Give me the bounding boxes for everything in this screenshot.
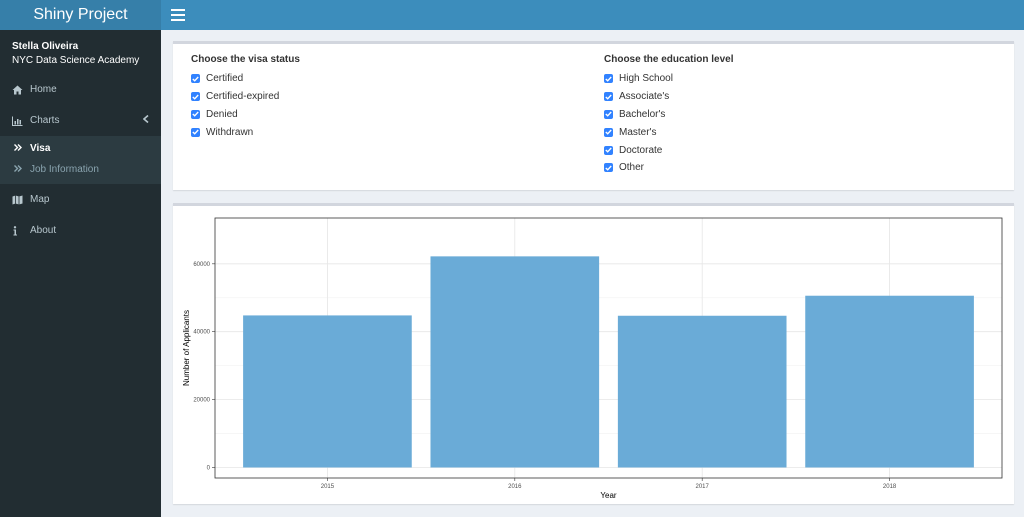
x-tick-label: 2015 — [321, 484, 335, 490]
plot-box: 0 20000 40000 60000 2015 2016 2017 2018 Year Numb… — [173, 203, 1014, 504]
sidebar-subitem-label: Visa — [30, 143, 51, 154]
visa-checkbox-denied[interactable]: Denied — [191, 106, 300, 124]
checkbox-checked-icon[interactable] — [604, 92, 613, 102]
checkbox-label: Associate's — [619, 91, 670, 103]
checkbox-label: Bachelor's — [619, 108, 666, 120]
sidebar-item-label: Map — [30, 194, 50, 205]
info-icon — [12, 225, 30, 236]
bar-chart-icon — [12, 116, 30, 126]
sidebar-subitem-visa[interactable]: Visa — [0, 138, 161, 159]
charts-submenu: Visa Job Information — [0, 136, 161, 184]
checkbox-checked-icon[interactable] — [604, 127, 613, 137]
applicants-bar-chart: 0 20000 40000 60000 2015 2016 2017 2018 Year Numb… — [182, 217, 1003, 500]
y-tick-label: 0 — [207, 465, 211, 471]
sidebar-subitem-job-information[interactable]: Job Information — [0, 159, 161, 180]
sidebar-item-label: Home — [30, 84, 57, 95]
bar-2016[interactable] — [430, 256, 600, 468]
sidebar-item-charts[interactable]: Charts — [0, 105, 161, 136]
checkbox-checked-icon[interactable] — [191, 92, 200, 102]
y-tick-label: 60000 — [193, 262, 210, 268]
education-level-group: Choose the education level High School As… — [604, 54, 733, 177]
app-logo[interactable]: Shiny Project — [0, 0, 161, 30]
checkbox-label: High School — [619, 73, 673, 85]
checkbox-checked-icon[interactable] — [191, 74, 200, 84]
bar-2017[interactable] — [617, 315, 787, 468]
checkbox-label: Withdrawn — [206, 126, 254, 138]
checkbox-label: Other — [619, 162, 645, 174]
double-chevron-right-icon — [14, 143, 30, 154]
y-tick-label: 20000 — [193, 398, 210, 404]
x-axis-title: Year — [600, 491, 617, 500]
sidebar-item-label: About — [30, 225, 57, 236]
education-checkbox-associate-s[interactable]: Associate's — [604, 88, 733, 106]
checkbox-label: Certified-expired — [206, 91, 280, 103]
app-title: Shiny Project — [33, 6, 128, 23]
sidebar-toggle-icon[interactable] — [171, 6, 185, 22]
sidebar-subitem-label: Job Information — [30, 164, 99, 175]
x-tick-label: 2018 — [883, 484, 897, 490]
checkbox-label: Doctorate — [619, 144, 663, 156]
checkbox-checked-icon[interactable] — [604, 163, 613, 173]
filters-box: Choose the visa status Certified Certifie… — [173, 41, 1014, 190]
checkbox-label: Certified — [206, 73, 244, 85]
visa-status-title: Choose the visa status — [191, 54, 300, 65]
visa-status-group: Choose the visa status Certified Certifie… — [191, 54, 300, 141]
home-icon — [12, 85, 30, 95]
y-tick-label: 40000 — [193, 330, 210, 336]
chevron-left-icon — [142, 114, 149, 126]
sidebar-item-home[interactable]: Home — [0, 74, 161, 105]
visa-checkbox-withdrawn[interactable]: Withdrawn — [191, 123, 300, 141]
checkbox-label: Denied — [206, 108, 238, 120]
sidebar-item-label: Charts — [30, 115, 60, 126]
user-panel: Stella Oliveira NYC Data Science Academy — [0, 30, 161, 74]
user-name: Stella Oliveira — [12, 41, 79, 52]
y-axis-title: Number of Applicants — [182, 310, 191, 386]
education-checkbox-master-s[interactable]: Master's — [604, 123, 733, 141]
sidebar-item-map[interactable]: Map — [0, 184, 161, 215]
user-org: NYC Data Science Academy — [12, 55, 140, 66]
x-tick-label: 2016 — [508, 484, 522, 490]
checkbox-checked-icon[interactable] — [191, 109, 200, 119]
map-icon — [12, 195, 30, 205]
education-checkbox-doctorate[interactable]: Doctorate — [604, 141, 733, 159]
checkbox-checked-icon[interactable] — [604, 74, 613, 84]
sidebar: Stella Oliveira NYC Data Science Academy… — [0, 30, 161, 517]
education-checkbox-high-school[interactable]: High School — [604, 70, 733, 88]
checkbox-checked-icon[interactable] — [191, 127, 200, 137]
double-chevron-right-icon — [14, 164, 30, 175]
visa-checkbox-certified-expired[interactable]: Certified-expired — [191, 88, 300, 106]
x-tick-label: 2017 — [696, 484, 710, 490]
checkbox-label: Master's — [619, 126, 657, 138]
top-navbar — [161, 0, 1024, 30]
checkbox-checked-icon[interactable] — [604, 145, 613, 155]
bar-2018[interactable] — [805, 295, 974, 468]
education-checkbox-other[interactable]: Other — [604, 159, 733, 177]
education-level-title: Choose the education level — [604, 54, 734, 65]
education-checkbox-bachelor-s[interactable]: Bachelor's — [604, 106, 733, 124]
sidebar-item-about[interactable]: About — [0, 215, 161, 246]
visa-checkbox-certified[interactable]: Certified — [191, 70, 300, 88]
checkbox-checked-icon[interactable] — [604, 109, 613, 119]
bar-2015[interactable] — [243, 315, 412, 468]
